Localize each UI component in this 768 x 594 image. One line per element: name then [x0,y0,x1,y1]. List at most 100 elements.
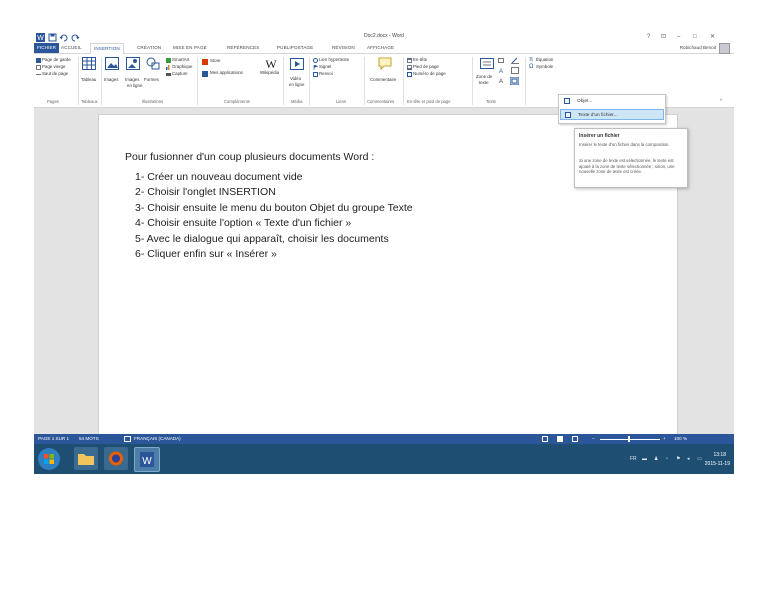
print-layout-icon[interactable] [557,436,563,442]
cross-reference-button[interactable]: Renvoi [319,71,333,77]
my-apps-button[interactable]: Mes applications [210,70,243,76]
online-images-label: en ligne [127,83,143,88]
comment-button[interactable]: Commentaire [370,77,396,83]
firefox-taskbar-button[interactable] [104,447,128,470]
cross-reference-icon [313,72,318,77]
ribbon-display-button[interactable]: ⊡ [661,32,666,42]
equation-icon: π [529,57,534,63]
word-taskbar-button[interactable]: W [134,447,160,472]
tooltip-description: Insérer le texte d'un fichier dans la co… [579,142,670,147]
maximize-button[interactable]: □ [693,32,697,42]
volume-icon[interactable]: ◂ [687,456,690,462]
menu-item-object-label: Objet... [577,99,593,104]
zoom-in-button[interactable]: + [663,435,666,443]
collapse-ribbon-icon[interactable]: ^ [720,98,722,104]
page-break-icon [36,74,41,75]
store-button[interactable]: Store [210,58,221,64]
user-tray-icon[interactable]: ♟ [654,456,658,462]
tab-publipostage[interactable]: PUBLIPOSTAGE [277,44,313,52]
symbol-button[interactable]: Symbole [536,64,553,70]
clock-date[interactable]: 2015-11-19 [705,461,730,467]
blank-page-button[interactable]: Page vierge [42,64,65,70]
screenshot-button[interactable]: Capture [172,71,188,77]
bookmark-icon [313,65,318,70]
group-separator [197,57,198,105]
tab-creation[interactable]: CRÉATION [137,44,161,52]
quick-parts-icon[interactable] [498,58,504,63]
start-button-icon[interactable] [37,447,61,471]
page-count[interactable]: PAGE 1 SUR 1 [38,435,69,443]
object-icon[interactable] [510,77,519,85]
page-break-button[interactable]: Saut de page [42,71,68,77]
svg-text:A: A [499,79,503,83]
flag-icon[interactable]: ⚑ [676,456,680,462]
word-app-icon[interactable]: W [36,33,45,42]
keyboard-icon[interactable]: ▬ [642,456,647,462]
web-layout-icon[interactable] [572,436,578,442]
redo-icon[interactable] [71,33,80,42]
proofing-icon[interactable] [124,436,131,442]
chart-icon [166,65,170,70]
group-label-tableaux: Tableaux [81,99,98,104]
table-button[interactable]: Tableau [81,77,96,83]
date-time-icon[interactable] [511,67,519,74]
word-count[interactable]: 54 MOTS [79,435,99,443]
tab-mise-en-page[interactable]: MISE EN PAGE [173,44,207,52]
chart-button[interactable]: Graphique [172,64,193,70]
tab-revision[interactable]: RÉVISION [332,44,355,52]
group-label-media: Média [291,99,303,104]
battery-icon[interactable]: ▭ [697,456,702,462]
textbox-icon [480,58,494,69]
wikipedia-button[interactable]: Wikipédia [260,70,279,76]
undo-icon[interactable] [59,33,68,42]
group-separator [283,57,284,105]
equation-button[interactable]: Équation [536,57,553,63]
avatar[interactable] [719,43,730,54]
user-name[interactable]: Robichaud Benoit [680,44,716,52]
tab-affichage[interactable]: AFFICHAGE [367,44,394,52]
read-mode-icon[interactable] [542,436,548,442]
list-item: 5- Avec le dialogue qui apparaît, choisi… [135,232,389,245]
close-button[interactable]: ✕ [710,32,715,42]
wordart-icon[interactable]: A [498,68,504,73]
document-heading: Pour fusionner d'un coup plusieurs docum… [125,151,375,163]
minimize-button[interactable]: – [677,32,680,42]
network-icon[interactable]: ◔ [665,456,668,462]
help-button[interactable]: ? [647,32,650,42]
signature-line-icon[interactable] [511,57,519,64]
my-apps-icon [202,71,208,77]
zoom-slider[interactable] [600,439,660,440]
list-item: 3- Choisir ensuite le menu du bouton Obj… [135,201,413,214]
group-separator [364,57,365,105]
page-number-button[interactable]: Numéro de page [413,71,446,77]
images-button[interactable]: Images [104,77,118,83]
tab-accueil[interactable]: ACCUEIL [61,44,82,52]
tab-fichier[interactable]: FICHIER [34,43,60,53]
header-button[interactable]: En-tête [413,57,427,63]
clock-time[interactable]: 13:18 [713,452,726,458]
menu-item-object[interactable]: Objet... [560,96,664,107]
cover-page-button[interactable]: Page de garde [42,57,71,63]
group-label-illustrations: Illustrations [142,99,164,104]
taskbar: W FR ▬ ♟ ◔ ⚑ ◂ ▭ 13:18 2015-11-19 [34,444,734,474]
shapes-button[interactable]: Formes [144,77,159,83]
file-explorer-taskbar-button[interactable] [74,447,98,470]
footer-icon [407,65,412,70]
zoom-level[interactable]: 100 % [674,435,687,443]
keyboard-language-icon[interactable]: FR [630,456,637,462]
ribbon-tabs: FICHIER ACCUEIL INSERTION CRÉATION MISE … [34,43,734,55]
tab-references[interactable]: RÉFÉRENCES [227,44,259,52]
save-icon[interactable] [48,33,57,42]
smartart-button[interactable]: SmartArt [172,57,189,63]
footer-button[interactable]: Pied de page [413,64,439,70]
zoom-out-button[interactable]: − [592,435,595,443]
store-icon [202,59,208,65]
online-video-label: en ligne [289,82,305,87]
menu-item-text-from-file[interactable]: Texte d'un fichier... [560,109,664,120]
list-item: 1- Créer un nouveau document vide [135,171,303,183]
language-indicator[interactable]: FRANÇAIS (CANADA) [134,435,181,443]
drop-cap-icon[interactable]: A [498,78,504,83]
bookmark-button[interactable]: Signet [319,64,331,70]
hyperlink-button[interactable]: Lien hypertexte [319,57,349,63]
zoom-slider-thumb[interactable] [628,436,630,442]
